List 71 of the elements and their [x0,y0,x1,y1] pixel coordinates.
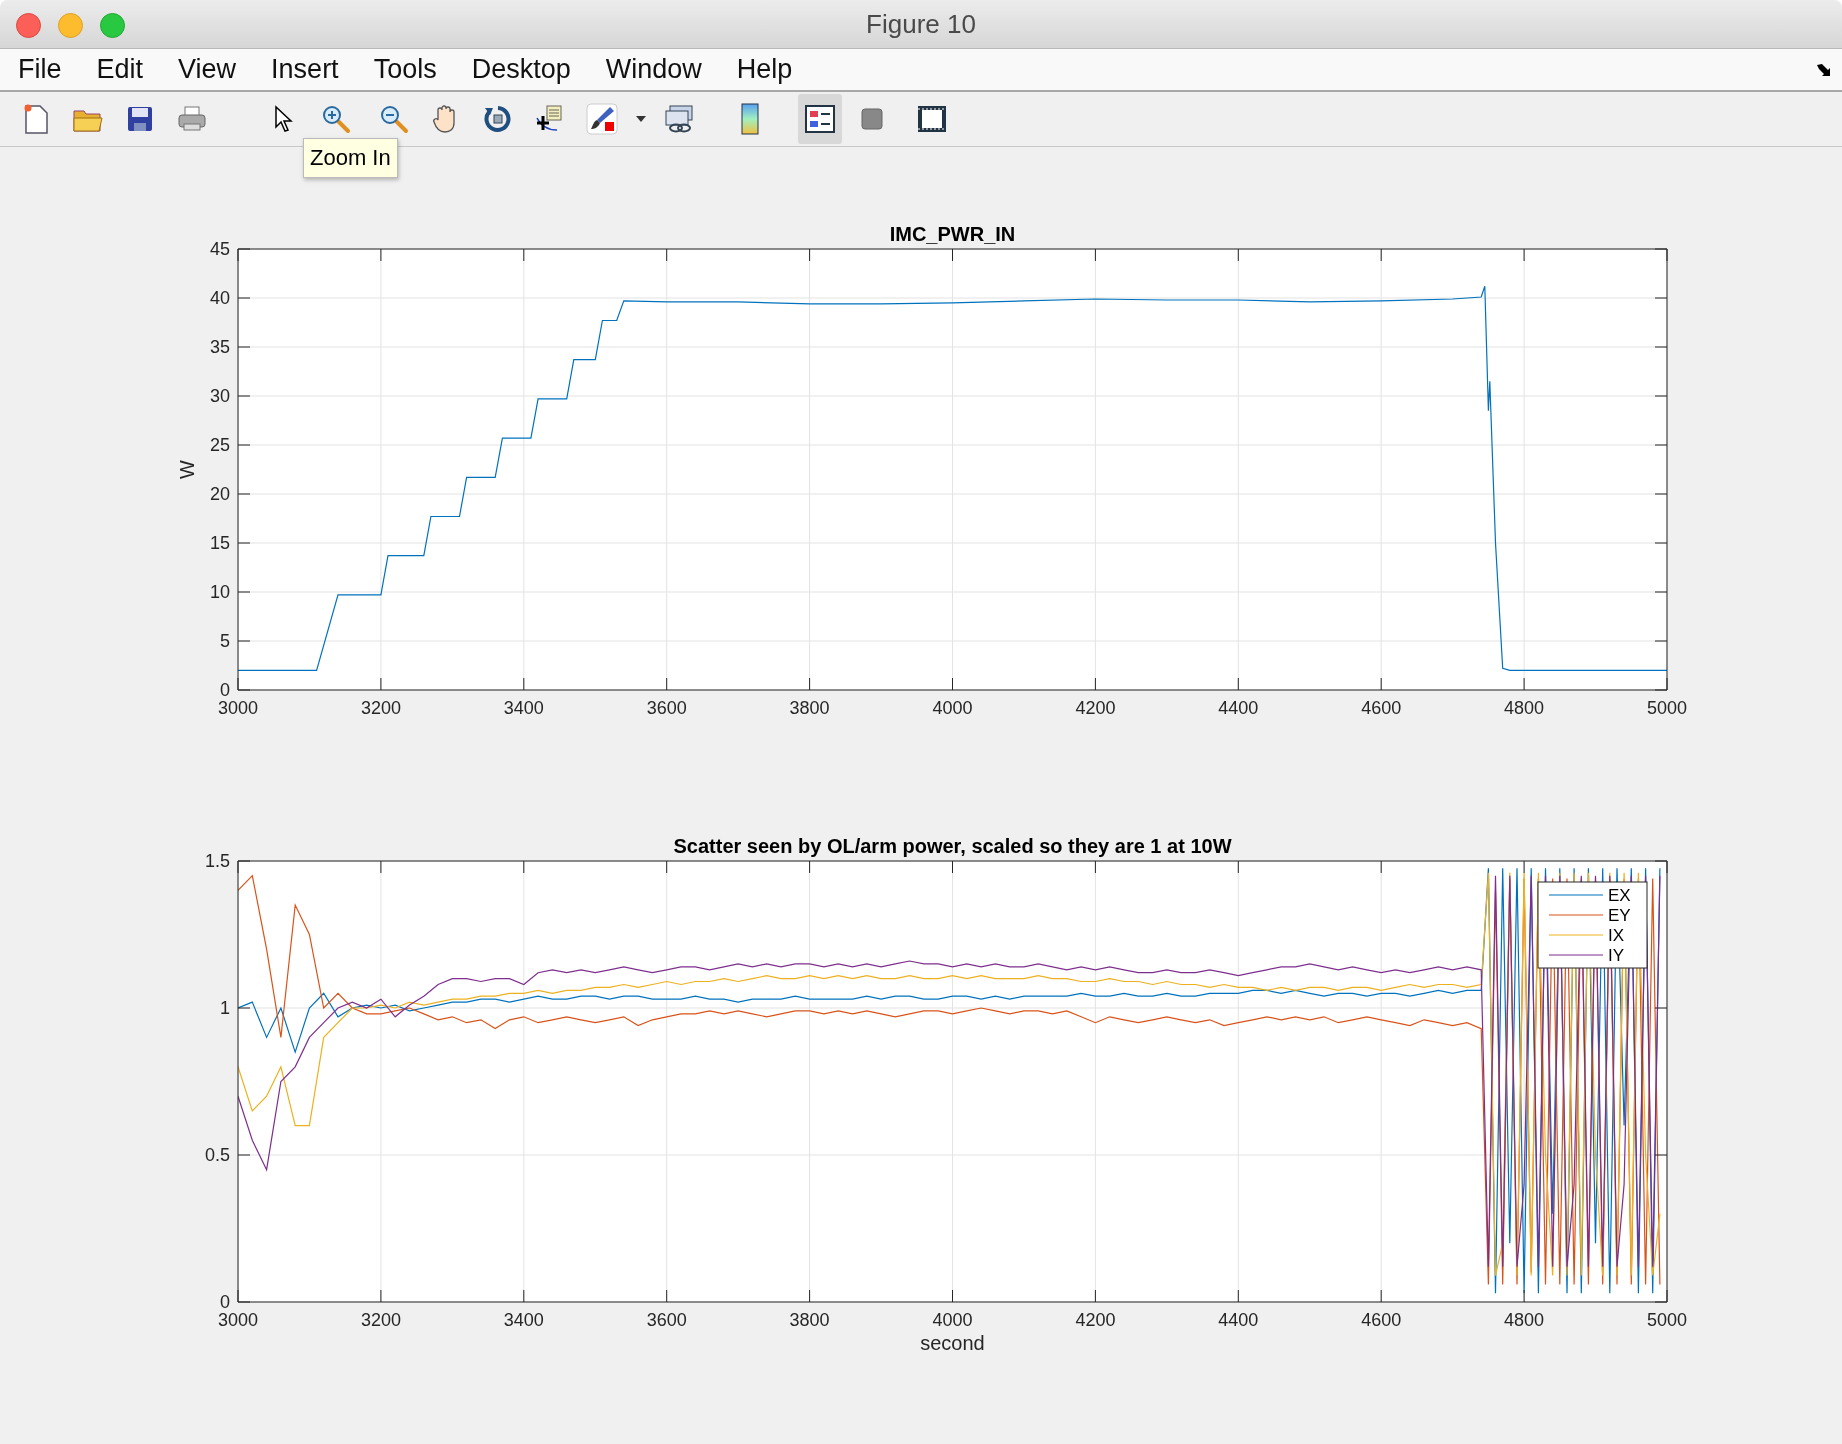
tick-label: 40 [209,288,230,308]
tick-label: 3000 [218,698,258,718]
tick-label: 5000 [1647,698,1687,718]
tick-label: 4400 [1218,1310,1259,1330]
axis-label: second [920,1332,985,1354]
tick-label: 20 [209,484,230,504]
tick-label: 35 [209,337,230,357]
legend-label: EY [1608,906,1631,925]
tick-label: 3600 [646,698,687,718]
undock-icon[interactable] [1816,63,1832,77]
tick-label: 4000 [932,1310,973,1330]
tick-label: 4600 [1361,698,1402,718]
tick-label: 1.5 [204,851,230,871]
menu-item[interactable]: Tools [373,54,437,85]
tick-label: 4400 [1218,698,1259,718]
menu-item[interactable]: View [178,54,237,85]
pointer-icon [274,105,294,133]
chart-title: Scatter seen by OL/arm power, scaled so they are 1 at 10W [673,835,1232,857]
tooltip: Zoom In [303,138,398,178]
tick-label: 3800 [789,698,830,718]
tick-label: 5 [220,631,230,651]
tick-label: 5000 [1647,1310,1687,1330]
tick-label: 3000 [218,1310,258,1330]
data-cursor-icon [535,104,565,134]
menu-item[interactable]: Desktop [471,54,571,85]
close-button[interactable] [16,13,41,38]
rotate-icon [483,104,513,134]
caret-icon [636,116,646,122]
tick-label: 4600 [1361,1310,1402,1330]
tick-label: 15 [209,533,230,553]
brush-icon [586,103,618,135]
zoom-out-icon [379,104,409,134]
legend-label: IX [1608,926,1625,945]
window-title: Figure 10 [866,8,976,40]
printer-icon [177,105,207,133]
tick-label: 25 [209,435,230,455]
tick-label: 4200 [1075,698,1116,718]
square-icon [860,107,884,131]
tick-label: 4800 [1504,1310,1545,1330]
tick-label: 4200 [1075,1310,1116,1330]
zoom-in-icon [321,104,351,134]
tick-label: 3400 [503,1310,544,1330]
frame-icon [917,105,947,133]
tick-label: 3400 [503,698,544,718]
tick-label: 3200 [360,698,401,718]
toolbar-button[interactable] [798,94,842,144]
axis-label: W [176,460,198,479]
tick-label: 3600 [646,1310,687,1330]
menu-item[interactable]: Window [605,54,702,85]
tick-label: 3800 [789,1310,830,1330]
menu-item[interactable]: Help [736,54,793,85]
legend-label: EX [1608,886,1631,905]
tick-label: 4000 [932,698,973,718]
new-file-icon [22,103,50,135]
legend-label: IY [1608,946,1625,965]
menu-item[interactable]: Insert [271,54,339,85]
tick-label: 1 [220,998,230,1018]
menu-item[interactable]: File [18,54,62,85]
legend-icon [805,105,835,133]
chart-title: IMC_PWR_IN [889,223,1016,245]
tick-label: 0.5 [204,1145,230,1165]
colorbar-icon [740,103,760,135]
tick-label: 30 [209,386,230,406]
tick-label: 4800 [1504,698,1545,718]
menu-item[interactable]: Edit [96,54,144,85]
tick-label: 0 [220,1292,230,1312]
tick-label: 0 [220,680,230,700]
linked-windows-icon [664,104,696,134]
tick-label: 45 [209,239,230,259]
tick-label: 10 [209,582,230,602]
tick-label: 3200 [360,1310,401,1330]
